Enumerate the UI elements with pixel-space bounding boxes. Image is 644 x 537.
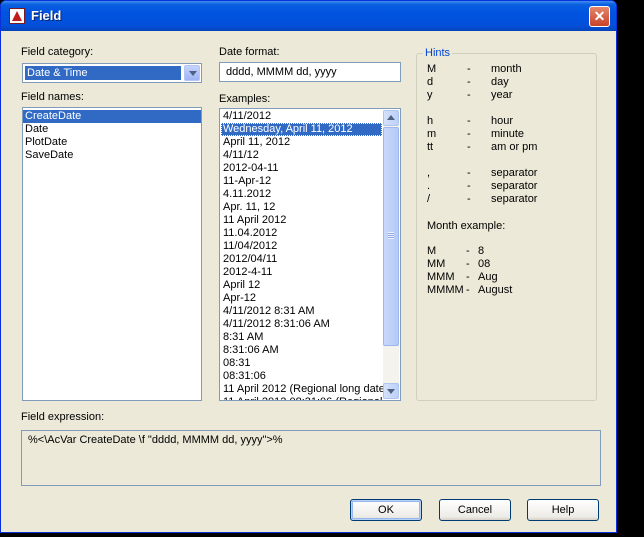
- hint-value: 08: [478, 258, 491, 270]
- hint-value: Aug: [478, 271, 498, 283]
- hint-dash: -: [467, 180, 471, 192]
- field-name-item[interactable]: SaveDate: [23, 149, 201, 162]
- hint-value: separator: [491, 167, 538, 179]
- hint-key: d: [427, 76, 434, 88]
- hint-key: y: [427, 89, 433, 101]
- hint-dash: -: [467, 167, 471, 179]
- hints-group: Hints M - month d - day y - year h - hour m - minute tt…: [416, 47, 597, 401]
- example-item[interactable]: 2012/04/11: [221, 253, 382, 266]
- app-icon: [9, 8, 25, 24]
- example-item[interactable]: 11 April 2012: [221, 214, 382, 227]
- chevron-down-icon[interactable]: [184, 65, 200, 81]
- hint-dash: -: [467, 128, 471, 140]
- hint-value: minute: [491, 128, 525, 140]
- hint-value: am or pm: [491, 141, 538, 153]
- example-item[interactable]: Wednesday, April 11, 2012: [221, 123, 382, 136]
- hint-dash: -: [466, 284, 470, 296]
- hint-key: tt: [427, 141, 434, 153]
- examples-list[interactable]: 4/11/2012 Wednesday, April 11, 2012 April …: [219, 108, 401, 401]
- example-item[interactable]: 2012-04-11: [221, 162, 382, 175]
- hint-value: separator: [491, 193, 538, 205]
- example-item[interactable]: 11-Apr-12: [221, 175, 382, 188]
- example-item[interactable]: April 12: [221, 279, 382, 292]
- close-button[interactable]: ✕: [589, 6, 610, 27]
- example-item[interactable]: 11 April 2012 08:31:06 (Regional: [221, 396, 382, 400]
- field-category-dropdown[interactable]: Date & Time: [22, 63, 202, 83]
- hint-value: year: [491, 89, 513, 101]
- hints-legend: Hints: [423, 47, 453, 59]
- scroll-down-arrow-icon[interactable]: [383, 383, 399, 399]
- field-names-label: Field names:: [21, 91, 84, 103]
- hint-dash: -: [466, 258, 470, 270]
- hint-dash: -: [467, 115, 471, 127]
- scroll-up-arrow-icon[interactable]: [383, 110, 399, 126]
- hint-value: hour: [491, 115, 514, 127]
- example-item[interactable]: 11 April 2012 (Regional long date): [221, 383, 389, 396]
- field-dialog: Field ✕ Field category: Date & Time Fiel…: [0, 0, 617, 533]
- hint-value: day: [491, 76, 509, 88]
- hint-key: .: [427, 180, 431, 192]
- example-item[interactable]: 4/11/2012: [221, 110, 382, 123]
- field-name-item[interactable]: PlotDate: [23, 136, 201, 149]
- hint-dash: -: [466, 245, 470, 257]
- hint-key: M: [427, 245, 437, 257]
- hint-value: 8: [478, 245, 485, 257]
- hint-value: month: [491, 63, 522, 75]
- example-item[interactable]: April 11, 2012: [221, 136, 382, 149]
- field-category-label: Field category:: [21, 46, 94, 58]
- example-item[interactable]: Apr-12: [221, 292, 382, 305]
- month-example-label: Month example:: [427, 220, 506, 232]
- field-names-list[interactable]: CreateDate Date PlotDate SaveDate: [22, 107, 202, 401]
- title-bar[interactable]: Field ✕: [1, 1, 616, 31]
- example-item[interactable]: 4/11/2012 8:31:06 AM: [221, 318, 382, 331]
- example-item[interactable]: 4/11/2012 8:31 AM: [221, 305, 382, 318]
- example-item[interactable]: 8:31 AM: [221, 331, 382, 344]
- cancel-button[interactable]: Cancel: [439, 499, 511, 521]
- hint-dash: -: [467, 193, 471, 205]
- example-item[interactable]: 11.04.2012: [221, 227, 382, 240]
- scroll-thumb[interactable]: [383, 127, 399, 346]
- hint-value: separator: [491, 180, 538, 192]
- hint-key: ,: [427, 167, 431, 179]
- example-item[interactable]: 08:31:06: [221, 370, 382, 383]
- field-category-value: Date & Time: [25, 66, 181, 80]
- hint-value: August: [478, 284, 513, 296]
- field-expression-box: %<\AcVar CreateDate \f "dddd, MMMM dd, y…: [21, 430, 601, 486]
- examples-scrollbar[interactable]: [383, 110, 399, 399]
- example-item[interactable]: 08:31: [221, 357, 382, 370]
- examples-label: Examples:: [219, 93, 271, 105]
- dialog-title: Field: [31, 8, 62, 23]
- field-name-item[interactable]: CreateDate: [23, 110, 201, 123]
- hint-dash: -: [467, 141, 471, 153]
- field-name-item[interactable]: Date: [23, 123, 201, 136]
- hint-dash: -: [467, 76, 471, 88]
- date-format-label: Date format:: [219, 46, 280, 58]
- example-item[interactable]: 4.11.2012: [221, 188, 382, 201]
- hint-key: MM: [427, 258, 446, 270]
- hint-key: M: [427, 63, 437, 75]
- ok-button[interactable]: OK: [350, 499, 422, 521]
- example-item[interactable]: 4/11/12: [221, 149, 382, 162]
- background-app-area: [617, 0, 644, 537]
- hint-key: h: [427, 115, 434, 127]
- example-item[interactable]: 8:31:06 AM: [221, 344, 382, 357]
- hint-key: MMM: [427, 271, 455, 283]
- help-button[interactable]: Help: [527, 499, 599, 521]
- hint-dash: -: [466, 271, 470, 283]
- hint-key: m: [427, 128, 437, 140]
- hint-dash: -: [467, 63, 471, 75]
- date-format-input[interactable]: dddd, MMMM dd, yyyy: [219, 62, 401, 82]
- example-item[interactable]: 11/04/2012: [221, 240, 382, 253]
- hint-dash: -: [467, 89, 471, 101]
- example-item[interactable]: Apr. 11, 12: [221, 201, 382, 214]
- hint-key: MMMM: [427, 284, 464, 296]
- field-expression-label: Field expression:: [21, 411, 105, 423]
- hint-key: /: [427, 193, 431, 205]
- close-icon: ✕: [593, 8, 606, 24]
- example-item[interactable]: 2012-4-11: [221, 266, 382, 279]
